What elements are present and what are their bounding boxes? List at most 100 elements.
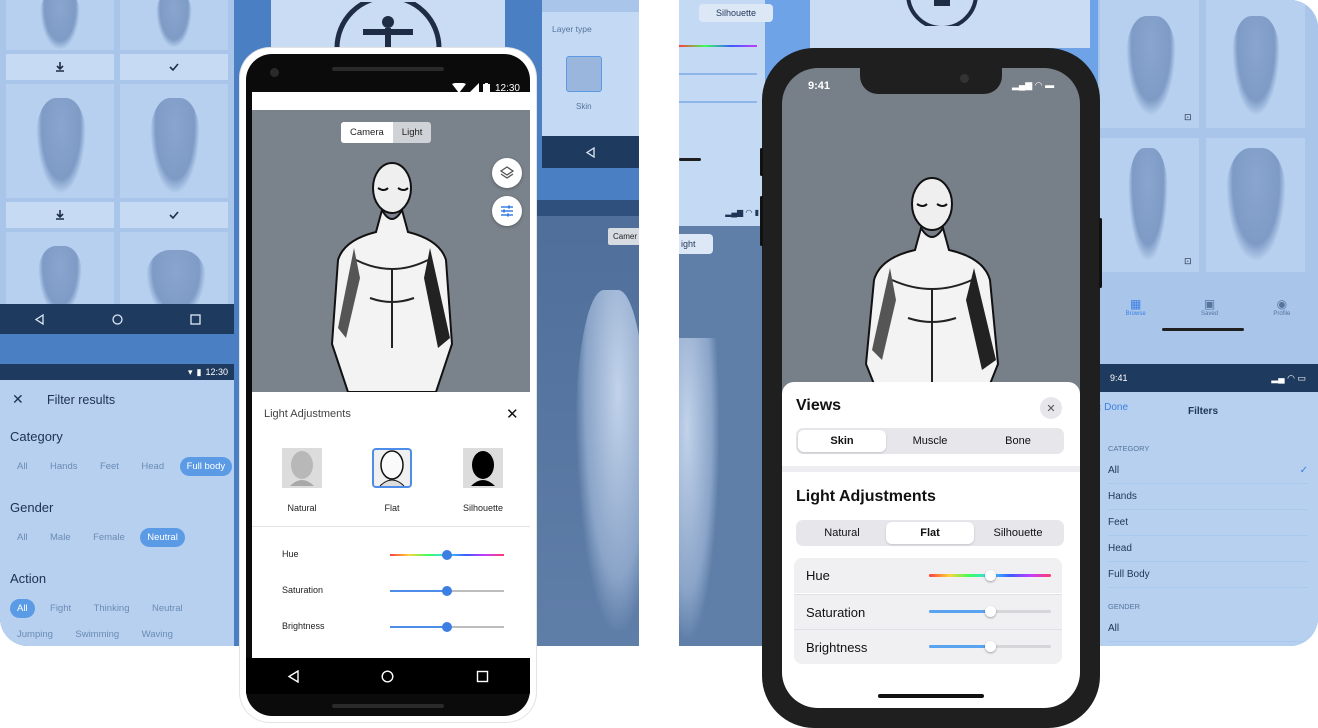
chip-jumping[interactable]: Jumping	[10, 625, 60, 644]
camera-light-toggle: Camera Light	[341, 122, 432, 143]
chip-male[interactable]: Male	[43, 528, 78, 547]
home-icon[interactable]	[111, 313, 123, 325]
home-icon[interactable]	[381, 669, 394, 683]
layers-icon[interactable]	[492, 158, 522, 188]
camera-tab-partial[interactable]: Camer	[608, 228, 639, 245]
hue-slider[interactable]	[390, 550, 504, 560]
pose-tile[interactable]	[120, 232, 228, 320]
chip-waving[interactable]: Waving	[135, 625, 180, 644]
sliders-icon[interactable]	[492, 196, 522, 226]
preset-natural-thumb[interactable]	[282, 448, 322, 488]
chip-hands[interactable]: Hands	[43, 457, 84, 476]
chip-female[interactable]: Female	[86, 528, 132, 547]
close-icon[interactable]: ✕	[1040, 397, 1062, 419]
chip-all[interactable]: All	[10, 599, 35, 618]
back-icon[interactable]	[34, 313, 45, 325]
list-item-feet[interactable]: Feet	[1108, 510, 1308, 536]
brightness-slider[interactable]	[390, 622, 504, 632]
home-indicator	[1162, 328, 1244, 331]
tab-browse[interactable]: ▦ Browse	[1126, 297, 1146, 317]
hue-slider[interactable]	[929, 570, 1051, 581]
pose-tile[interactable]	[6, 84, 114, 198]
brightness-slider-partial[interactable]	[679, 101, 757, 103]
chip-neutral[interactable]: Neutral	[140, 528, 185, 547]
back-icon[interactable]	[585, 146, 596, 158]
chip-head[interactable]: Head	[134, 457, 171, 476]
chip-fight[interactable]: Fight	[43, 599, 78, 618]
tab-saved[interactable]: ▣ Saved	[1201, 297, 1218, 317]
tab-natural[interactable]: Natural	[798, 522, 886, 544]
list-item-all[interactable]: All	[1108, 616, 1308, 642]
list-item-full-body[interactable]: Full Body	[1108, 562, 1308, 588]
list-item-all[interactable]: All ✓	[1108, 458, 1308, 484]
android-nav-bar	[542, 136, 639, 168]
check-icon[interactable]	[120, 54, 228, 80]
chip-feet[interactable]: Feet	[93, 457, 126, 476]
done-button[interactable]: ‹ Done	[1098, 402, 1128, 413]
pose-tile[interactable]	[6, 0, 114, 50]
pose-grid-ios: ⊡ ⊡ ▦ Browse ▣ Saved ◉ Profile	[1098, 0, 1318, 364]
back-icon[interactable]	[287, 669, 300, 683]
pose-tile[interactable]	[1206, 0, 1305, 128]
speaker	[332, 67, 444, 71]
divider	[252, 526, 530, 527]
download-icon[interactable]	[6, 202, 114, 228]
chip-thinking[interactable]: Thinking	[87, 599, 137, 618]
preset-silhouette-thumb[interactable]	[463, 448, 503, 488]
pose-tile[interactable]	[120, 84, 228, 198]
filters-title: Filters	[1188, 406, 1219, 417]
layer-type-panel: Layer type Skin	[542, 0, 639, 168]
panel-title: Light Adjustments	[264, 408, 351, 420]
chip-all[interactable]: All	[10, 457, 35, 476]
tab-skin[interactable]: Skin	[798, 430, 886, 452]
close-icon[interactable]: ✕	[506, 405, 519, 423]
saturation-slider[interactable]	[929, 606, 1051, 617]
pose-tile[interactable]: ⊡	[1100, 0, 1199, 128]
recents-icon[interactable]	[189, 313, 201, 325]
bottom-sheet: Views ✕ Skin Muscle Bone Light Adjustmen…	[782, 382, 1080, 708]
chip-swimming[interactable]: Swimming	[68, 625, 126, 644]
tab-camera[interactable]: Camera	[341, 122, 393, 143]
tab-profile[interactable]: ◉ Profile	[1273, 297, 1290, 317]
chip-all[interactable]: All	[10, 528, 35, 547]
list-item-hands[interactable]: Hands	[1108, 484, 1308, 510]
saturation-slider-partial[interactable]	[679, 73, 757, 75]
tab-muscle[interactable]: Muscle	[886, 430, 974, 452]
tab-flat[interactable]: Flat	[886, 522, 974, 544]
recents-icon[interactable]	[476, 670, 489, 683]
list-item-head[interactable]: Head	[1108, 536, 1308, 562]
figure-3d	[576, 290, 639, 630]
preset-silhouette-label: Silhouette	[462, 503, 504, 513]
grid-icon: ▦	[1129, 297, 1142, 311]
tab-silhouette[interactable]: Silhouette	[974, 522, 1062, 544]
preset-natural-label: Natural	[287, 503, 317, 513]
preset-flat-thumb[interactable]	[372, 448, 412, 488]
check-icon[interactable]	[120, 202, 228, 228]
status-time: 9:41	[1110, 373, 1128, 383]
tab-bone[interactable]: Bone	[974, 430, 1062, 452]
download-icon[interactable]	[6, 54, 114, 80]
preset-flat-label: Flat	[384, 503, 400, 513]
close-icon[interactable]: ✕	[12, 391, 24, 408]
notch	[860, 68, 1002, 94]
chip-neutral[interactable]: Neutral	[145, 599, 190, 618]
wifi-icon: ▾	[187, 366, 193, 377]
pose-tile[interactable]	[6, 232, 114, 316]
brightness-slider[interactable]	[929, 641, 1051, 652]
pose-tile[interactable]	[120, 0, 228, 50]
tab-light[interactable]: Light	[393, 122, 432, 143]
hue-label: Hue	[806, 568, 830, 583]
pose-tile[interactable]	[1206, 138, 1305, 272]
hue-slider-partial[interactable]	[679, 45, 757, 47]
speaker-bottom	[332, 704, 444, 708]
skin-layer-thumb[interactable]	[566, 56, 602, 92]
chip-full-body[interactable]: Full body	[179, 457, 233, 476]
category-label: Category	[10, 429, 63, 444]
saturation-slider[interactable]	[390, 586, 504, 596]
light-tab-partial[interactable]: ight	[679, 234, 713, 254]
silhouette-tab[interactable]: Silhouette	[699, 4, 773, 22]
pose-tile[interactable]: ⊡	[1100, 138, 1199, 272]
viewport-3d[interactable]: Camera Light	[252, 110, 530, 392]
skin-layer-label: Skin	[576, 102, 592, 111]
figure-model	[330, 162, 454, 392]
